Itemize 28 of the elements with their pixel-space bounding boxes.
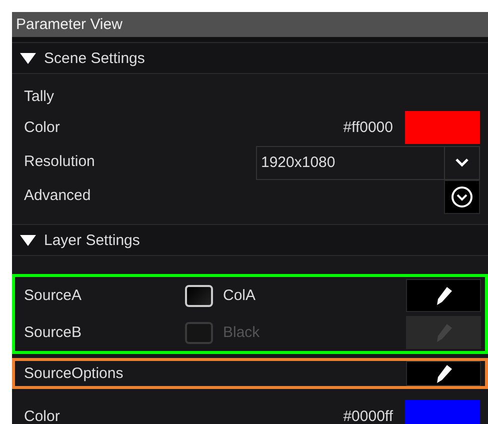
row-label: SourceA — [24, 287, 83, 304]
row-label: SourceOptions — [24, 365, 124, 382]
pencil-icon — [434, 364, 452, 384]
color-value: #0000ff — [343, 408, 393, 424]
row-label: Advanced — [24, 186, 92, 204]
row-label: Color — [24, 118, 61, 136]
circle-chevron-icon — [451, 186, 473, 208]
checkbox-label: Black — [223, 324, 261, 341]
section-header[interactable]: Scene Settings — [12, 42, 488, 74]
pencil-icon — [434, 322, 452, 342]
checkbox-label: ColA — [223, 287, 257, 304]
pencil-icon — [434, 286, 452, 306]
row-label: SourceB — [24, 324, 83, 341]
section-header[interactable]: Layer Settings — [12, 224, 488, 256]
expanded-triangle-icon — [20, 233, 36, 247]
edit-button[interactable] — [406, 279, 481, 312]
color-swatch[interactable] — [405, 110, 480, 144]
resolution-dropdown[interactable]: 1920x1080 — [256, 146, 480, 180]
panel-title: Parameter View — [12, 12, 488, 37]
color-value: #ff0000 — [343, 118, 393, 136]
color-swatch[interactable] — [405, 400, 480, 424]
chevron-down-icon — [455, 158, 469, 167]
row-label: Tally — [24, 88, 56, 104]
edit-button[interactable] — [406, 361, 481, 386]
expanded-triangle-icon — [20, 51, 36, 65]
row-label: Color — [24, 408, 61, 424]
expand-button[interactable] — [444, 180, 480, 214]
row-label: Resolution — [24, 152, 96, 170]
